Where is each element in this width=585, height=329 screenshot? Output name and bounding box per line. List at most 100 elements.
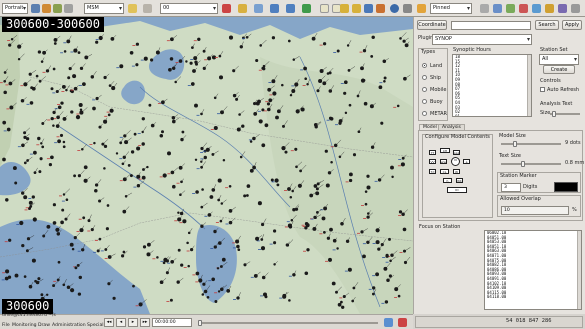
back-icon[interactable] [270, 4, 279, 13]
menu-administration[interactable]: Administration [52, 323, 86, 328]
station-marker[interactable] [129, 50, 134, 55]
settings-icon[interactable] [403, 4, 412, 13]
station-marker[interactable] [60, 220, 64, 225]
station-marker[interactable] [141, 175, 146, 180]
station-marker[interactable] [371, 35, 375, 40]
station-marker[interactable] [8, 238, 12, 242]
pin-icon[interactable] [320, 4, 329, 13]
apply-button[interactable]: Apply [562, 20, 582, 30]
station-marker[interactable] [303, 66, 307, 71]
station-marker[interactable] [50, 155, 54, 160]
station-marker[interactable] [200, 165, 204, 169]
hour-select[interactable]: 00 [160, 3, 218, 14]
station-marker[interactable] [228, 184, 232, 188]
station-marker[interactable] [31, 195, 35, 199]
model-cell-w[interactable]: W [453, 169, 460, 174]
refresh-icon[interactable] [254, 4, 263, 13]
station-marker[interactable] [165, 271, 169, 275]
station-marker[interactable] [315, 187, 319, 191]
station-marker[interactable] [5, 198, 9, 202]
station-marker[interactable] [129, 174, 133, 178]
pinned-select[interactable]: Pinned [430, 3, 472, 14]
station-marker[interactable] [331, 281, 336, 286]
model-cell-a[interactable]: a [463, 159, 470, 164]
station-marker[interactable] [2, 120, 7, 125]
station-marker[interactable] [289, 195, 293, 199]
station-marker[interactable] [177, 248, 181, 252]
station-marker[interactable] [385, 254, 389, 258]
station-marker[interactable] [169, 57, 174, 61]
type-land-radio[interactable] [422, 63, 427, 68]
station-marker[interactable] [122, 250, 126, 254]
station-marker[interactable] [352, 153, 357, 157]
station-marker[interactable] [94, 189, 98, 193]
station-marker[interactable] [182, 219, 187, 224]
forward-icon[interactable] [286, 4, 295, 13]
station-marker[interactable] [50, 116, 54, 121]
station-marker[interactable] [195, 271, 200, 276]
station-marker[interactable] [340, 300, 343, 304]
station-marker[interactable] [141, 117, 145, 121]
station-marker[interactable] [391, 175, 394, 179]
monitor-icon[interactable] [493, 4, 502, 13]
station-marker[interactable] [79, 108, 83, 111]
grid-icon[interactable] [64, 4, 73, 13]
playback-time[interactable]: 00:00:00 [152, 318, 192, 327]
chart-icon[interactable] [506, 4, 515, 13]
station-marker[interactable] [83, 165, 88, 170]
station-marker[interactable] [75, 115, 81, 120]
station-marker[interactable] [14, 273, 19, 278]
station-marker[interactable] [2, 157, 6, 162]
station-marker[interactable] [273, 229, 277, 233]
station-marker[interactable] [288, 299, 291, 302]
station-marker[interactable] [46, 224, 51, 229]
station-marker[interactable] [341, 305, 345, 309]
station-marker[interactable] [92, 106, 96, 111]
station-marker[interactable] [78, 275, 83, 280]
station-marker[interactable] [107, 113, 111, 117]
station-marker[interactable] [3, 90, 7, 95]
station-marker[interactable] [329, 116, 334, 121]
focus-scrollbar[interactable] [577, 231, 581, 309]
station-marker[interactable] [390, 165, 394, 170]
station-marker[interactable] [226, 289, 231, 293]
station-marker[interactable] [362, 254, 366, 259]
station-marker[interactable] [209, 195, 214, 199]
station-marker[interactable] [65, 198, 69, 201]
station-marker[interactable] [53, 42, 57, 45]
station-marker[interactable] [161, 130, 164, 134]
station-marker[interactable] [228, 35, 234, 40]
station-marker[interactable] [330, 160, 333, 164]
view-select[interactable]: Portrait [2, 3, 28, 14]
station-marker[interactable] [281, 83, 284, 87]
station-marker[interactable] [32, 217, 37, 222]
station-marker[interactable] [375, 272, 380, 277]
station-marker[interactable] [19, 220, 24, 226]
station-marker[interactable] [171, 66, 176, 71]
station-marker[interactable] [211, 277, 215, 282]
text-size-slider[interactable] [501, 161, 561, 167]
model-cell-station[interactable]: ID [447, 187, 467, 193]
create-button[interactable]: Create [543, 65, 575, 74]
station-marker[interactable] [177, 211, 180, 214]
station-marker[interactable] [62, 145, 66, 149]
station-marker[interactable] [106, 204, 110, 207]
station-marker[interactable] [52, 221, 57, 225]
station-marker[interactable] [264, 123, 269, 128]
station-marker[interactable] [323, 231, 326, 234]
station-marker[interactable] [262, 67, 266, 71]
station-marker[interactable] [343, 91, 347, 95]
station-marker[interactable] [23, 195, 28, 200]
station-marker[interactable] [135, 63, 139, 67]
station-marker[interactable] [50, 87, 54, 91]
station-marker[interactable] [181, 130, 185, 134]
model-cell-td[interactable]: Td [429, 169, 436, 174]
station-marker[interactable] [346, 44, 350, 47]
station-marker[interactable] [362, 79, 366, 82]
station-marker[interactable] [384, 300, 389, 304]
station-marker[interactable] [172, 184, 176, 189]
station-marker[interactable] [274, 178, 279, 183]
station-marker[interactable] [348, 172, 353, 177]
allowed-overlap-input[interactable]: 10 [501, 206, 569, 215]
play-icon[interactable] [302, 4, 311, 13]
